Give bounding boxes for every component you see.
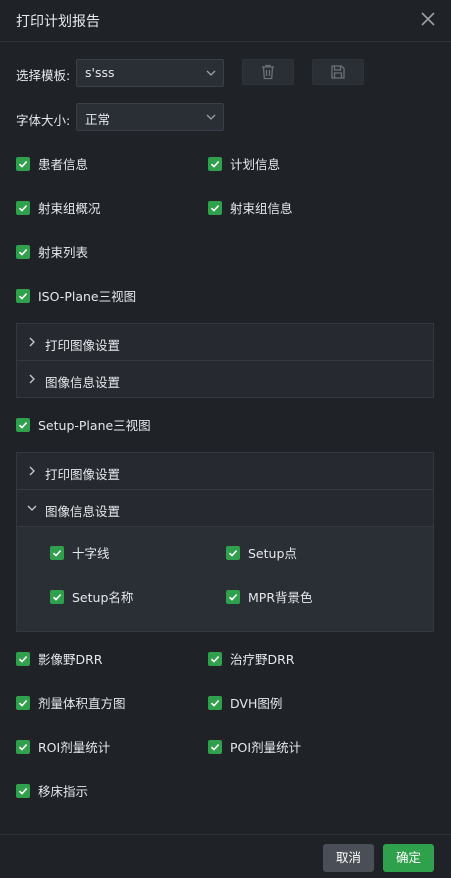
checkbox-checked-icon	[16, 695, 30, 710]
checkbox-checked-icon	[16, 200, 30, 215]
panel-row-label: 打印图像设置	[45, 467, 121, 482]
panel-row-label: 打印图像设置	[45, 338, 121, 353]
checkbox-setup-name[interactable]: Setup名称	[50, 587, 133, 606]
setup-image-info-settings-body: 十字线 Setup点 Setup名称 MPR背景色	[17, 527, 433, 631]
checkbox-image-field-drr[interactable]: 影像野DRR	[16, 649, 103, 668]
checkbox-poi-dose-stats[interactable]: POI剂量统计	[208, 737, 301, 756]
trash-icon	[262, 64, 274, 80]
checkbox-label: Setup名称	[72, 590, 134, 605]
template-select[interactable]: s'sss	[76, 59, 224, 87]
setup-image-info-settings-row[interactable]: 图像信息设置	[17, 490, 433, 527]
checkbox-mpr-background[interactable]: MPR背景色	[226, 587, 313, 606]
save-template-button[interactable]	[312, 59, 364, 85]
checkbox-setup-point[interactable]: Setup点	[226, 543, 297, 562]
delete-template-button[interactable]	[242, 59, 294, 85]
checkbox-label: MPR背景色	[248, 590, 313, 605]
chevron-down-icon	[27, 505, 37, 511]
checkbox-label: ROI剂量统计	[38, 740, 111, 755]
checkbox-checked-icon	[16, 156, 30, 171]
dialog-header: 打印计划报告	[0, 0, 451, 42]
template-label: 选择模板:	[16, 68, 71, 83]
checkbox-checked-icon	[208, 695, 222, 710]
font-size-label: 字体大小:	[16, 113, 71, 128]
checkbox-dvh-histogram[interactable]: 剂量体积直方图	[16, 693, 126, 712]
template-select-value: s'sss	[85, 65, 115, 80]
checkbox-label: 影像野DRR	[38, 652, 103, 667]
checkbox-checked-icon	[50, 589, 64, 604]
font-size-select-value: 正常	[85, 112, 111, 127]
checkbox-beam-list[interactable]: 射束列表	[16, 242, 88, 261]
chevron-down-icon	[206, 114, 216, 120]
panel-row-label: 图像信息设置	[45, 504, 121, 519]
checkbox-label: 十字线	[72, 546, 110, 561]
checkbox-label: ISO-Plane三视图	[38, 289, 137, 304]
checkbox-checked-icon	[208, 651, 222, 666]
checkbox-label: 移床指示	[38, 784, 89, 799]
checkbox-roi-dose-stats[interactable]: ROI剂量统计	[16, 737, 110, 756]
checkbox-checked-icon	[16, 244, 30, 259]
checkbox-label: Setup点	[248, 546, 297, 561]
checkbox-checked-icon	[16, 739, 30, 754]
dialog-footer: 取消 确定	[0, 834, 451, 878]
checkbox-checked-icon	[208, 739, 222, 754]
checkbox-beam-group-overview[interactable]: 射束组概况	[16, 198, 101, 217]
checkbox-label: 射束列表	[38, 245, 89, 260]
checkbox-checked-icon	[16, 651, 30, 666]
dialog-title: 打印计划报告	[16, 14, 100, 30]
font-size-select[interactable]: 正常	[76, 103, 224, 131]
checkbox-checked-icon	[226, 545, 240, 560]
checkbox-label: 剂量体积直方图	[38, 696, 126, 711]
checkbox-checked-icon	[226, 589, 240, 604]
iso-print-image-settings-row[interactable]: 打印图像设置	[17, 324, 433, 361]
chevron-right-icon	[29, 374, 35, 384]
checkbox-plan-info[interactable]: 计划信息	[208, 154, 280, 173]
checkbox-label: 治疗野DRR	[230, 652, 295, 667]
checkbox-checked-icon	[208, 200, 222, 215]
checkbox-couch-shift[interactable]: 移床指示	[16, 781, 88, 800]
print-plan-report-dialog: 打印计划报告 选择模板: s'sss 字体大小: 正常 患者信息 计划信息 射束…	[0, 0, 451, 878]
checkbox-beam-group-info[interactable]: 射束组信息	[208, 198, 293, 217]
checkbox-label: 射束组概况	[38, 201, 101, 216]
checkbox-crosshair[interactable]: 十字线	[50, 543, 110, 562]
setup-plane-settings-panel: 打印图像设置 图像信息设置 十字线 Setup点 Setup名称 MPR背景色	[16, 452, 434, 632]
checkbox-label: DVH图例	[230, 696, 283, 711]
chevron-right-icon	[29, 466, 35, 476]
cancel-button[interactable]: 取消	[323, 844, 374, 872]
checkbox-iso-plane[interactable]: ISO-Plane三视图	[16, 286, 136, 305]
checkbox-checked-icon	[16, 417, 30, 432]
checkbox-checked-icon	[50, 545, 64, 560]
checkbox-checked-icon	[16, 288, 30, 303]
close-icon[interactable]	[418, 9, 438, 29]
checkbox-label: POI剂量统计	[230, 740, 302, 755]
setup-print-image-settings-row[interactable]: 打印图像设置	[17, 453, 433, 490]
checkbox-label: 计划信息	[230, 157, 281, 172]
iso-plane-settings-panel: 打印图像设置 图像信息设置	[16, 323, 434, 398]
chevron-right-icon	[29, 337, 35, 347]
panel-row-label: 图像信息设置	[45, 375, 121, 390]
checkbox-label: 患者信息	[38, 157, 89, 172]
chevron-down-icon	[206, 70, 216, 76]
iso-image-info-settings-row[interactable]: 图像信息设置	[17, 361, 433, 398]
checkbox-checked-icon	[16, 783, 30, 798]
checkbox-dvh-legend[interactable]: DVH图例	[208, 693, 282, 712]
checkbox-label: Setup-Plane三视图	[38, 418, 151, 433]
save-icon	[331, 65, 345, 79]
checkbox-label: 射束组信息	[230, 201, 293, 216]
checkbox-patient-info[interactable]: 患者信息	[16, 154, 88, 173]
ok-button[interactable]: 确定	[383, 844, 434, 872]
checkbox-setup-plane[interactable]: Setup-Plane三视图	[16, 415, 151, 434]
checkbox-treatment-field-drr[interactable]: 治疗野DRR	[208, 649, 295, 668]
checkbox-checked-icon	[208, 156, 222, 171]
